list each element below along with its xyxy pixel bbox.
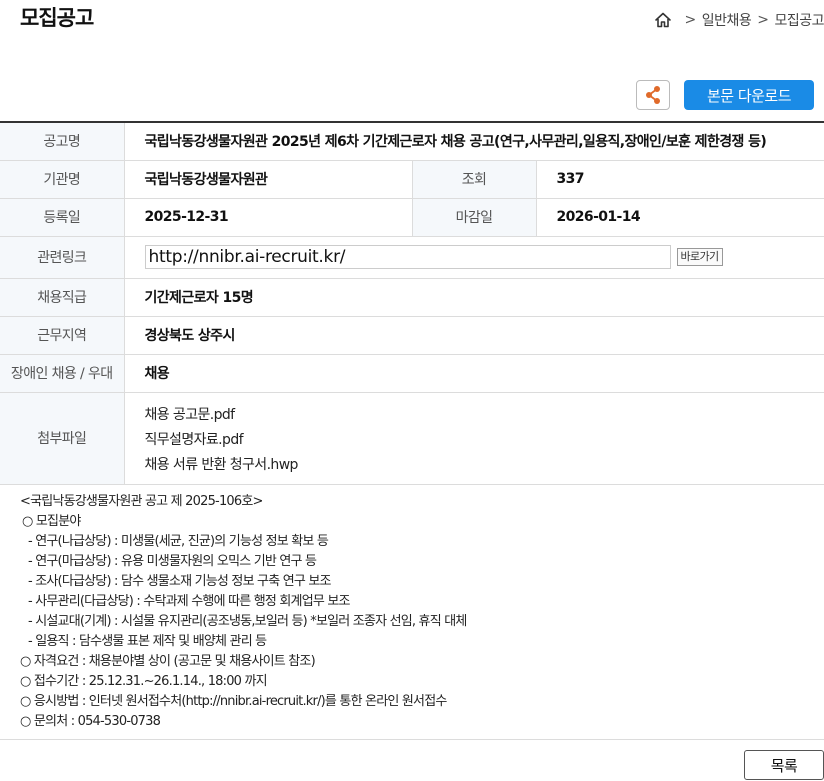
notice-line: - 사무관리(다급상당) : 수탁과제 수행에 따른 행정 회계업무 보조 — [28, 594, 350, 609]
breadcrumb-separator: > — [684, 12, 696, 28]
deadline-date: 2026-01-14 — [536, 198, 824, 237]
table-row: 첨부파일 채용 공고문.pdf 직무설명자료.pdf 채용 서류 반환 청구서.… — [0, 392, 824, 485]
label-registered: 등록일 — [0, 198, 125, 237]
table-row: 공고명 국립낙동강생물자원관 2025년 제6차 기간제근로자 채용 공고(연구… — [0, 122, 824, 161]
org-name: 국립낙동강생물자원관 — [124, 160, 412, 199]
attachment-file-link[interactable]: 채용 서류 반환 청구서.hwp — [145, 453, 824, 478]
home-icon[interactable] — [654, 11, 672, 29]
notice-line: <국립낙동강생물자원관 공고 제 2025-106호> — [20, 494, 263, 509]
share-icon — [646, 86, 660, 104]
notice-line: ○ 모집분야 — [22, 514, 81, 529]
notice-line: ○ 접수기간 : 25.12.31.~26.1.14., 18:00 까지 — [20, 674, 268, 689]
notice-line: ○ 문의처 : 054-530-0738 — [20, 714, 161, 729]
share-button[interactable] — [636, 80, 670, 110]
go-link-button[interactable]: 바로가기 — [676, 248, 723, 266]
notice-line: - 연구(마급상당) : 유용 미생물자원의 오믹스 기반 연구 등 — [28, 554, 317, 569]
table-row: 기관명 국립낙동강생물자원관 조회 337 — [0, 160, 824, 199]
related-link[interactable]: http://nnibr.ai-recruit.kr/ — [144, 245, 671, 269]
label-position: 채용직급 — [0, 278, 125, 317]
region-value: 경상북도 상주시 — [124, 316, 824, 355]
notice-line: ○ 자격요건 : 채용분야별 상이 (공고문 및 채용사이트 참조) — [20, 654, 316, 669]
breadcrumb-separator: > — [757, 12, 769, 28]
view-count: 337 — [536, 160, 824, 199]
label-title: 공고명 — [0, 122, 125, 161]
notice-line: - 조사(다급상당) : 담수 생물소재 기능성 정보 구축 연구 보조 — [28, 574, 331, 589]
registered-date: 2025-12-31 — [124, 198, 412, 237]
label-region: 근무지역 — [0, 316, 125, 355]
attachment-file-link[interactable]: 직무설명자료.pdf — [145, 428, 824, 453]
breadcrumb-item-general-hiring[interactable]: 일반채용 — [702, 10, 752, 30]
disabled-value: 채용 — [124, 354, 824, 393]
notice-line: - 시설교대(기계) : 시설물 유지관리(공조냉동,보일러 등) *보일러 조… — [28, 614, 467, 629]
table-row: 채용직급 기간제근로자 15명 — [0, 278, 824, 317]
posting-info-table: 공고명 국립낙동강생물자원관 2025년 제6차 기간제근로자 채용 공고(연구… — [0, 121, 824, 485]
label-disabled: 장애인 채용 / 우대 — [0, 354, 125, 393]
notice-line: - 연구(나급상당) : 미생물(세균, 진균)의 기능성 정보 확보 등 — [28, 534, 329, 549]
breadcrumb: > 일반채용 > 모집공고 — [654, 10, 824, 30]
posting-title: 국립낙동강생물자원관 2025년 제6차 기간제근로자 채용 공고(연구,사무관… — [124, 122, 824, 161]
table-row: 장애인 채용 / 우대 채용 — [0, 354, 824, 393]
table-row: 등록일 2025-12-31 마감일 2026-01-14 — [0, 198, 824, 237]
bottom-divider — [0, 739, 824, 740]
link-cell: http://nnibr.ai-recruit.kr/바로가기 — [124, 236, 824, 279]
attachments-cell: 채용 공고문.pdf 직무설명자료.pdf 채용 서류 반환 청구서.hwp — [124, 392, 824, 485]
table-row: 근무지역 경상북도 상주시 — [0, 316, 824, 355]
notice-line: - 일용직 : 담수생물 표본 제작 및 배양체 관리 등 — [28, 634, 267, 649]
label-deadline: 마감일 — [411, 198, 537, 237]
label-link: 관련링크 — [0, 236, 125, 279]
page-title: 모집공고 — [20, 6, 94, 30]
label-views: 조회 — [411, 160, 537, 199]
label-attachments: 첨부파일 — [0, 392, 125, 485]
notice-line: ○ 응시방법 : 인터넷 원서접수처(http://nnibr.ai-recru… — [20, 694, 447, 709]
label-org: 기관명 — [0, 160, 125, 199]
table-row: 관련링크 http://nnibr.ai-recruit.kr/바로가기 — [0, 236, 824, 279]
breadcrumb-item-recruitment[interactable]: 모집공고 — [774, 10, 824, 30]
list-button[interactable]: 목록 — [744, 750, 824, 780]
position-value: 기간제근로자 15명 — [124, 278, 824, 317]
notice-body: <국립낙동강생물자원관 공고 제 2025-106호> ○ 모집분야 - 연구(… — [20, 492, 820, 732]
download-body-button[interactable]: 본문 다운로드 — [684, 80, 814, 110]
attachment-file-link[interactable]: 채용 공고문.pdf — [145, 403, 824, 428]
